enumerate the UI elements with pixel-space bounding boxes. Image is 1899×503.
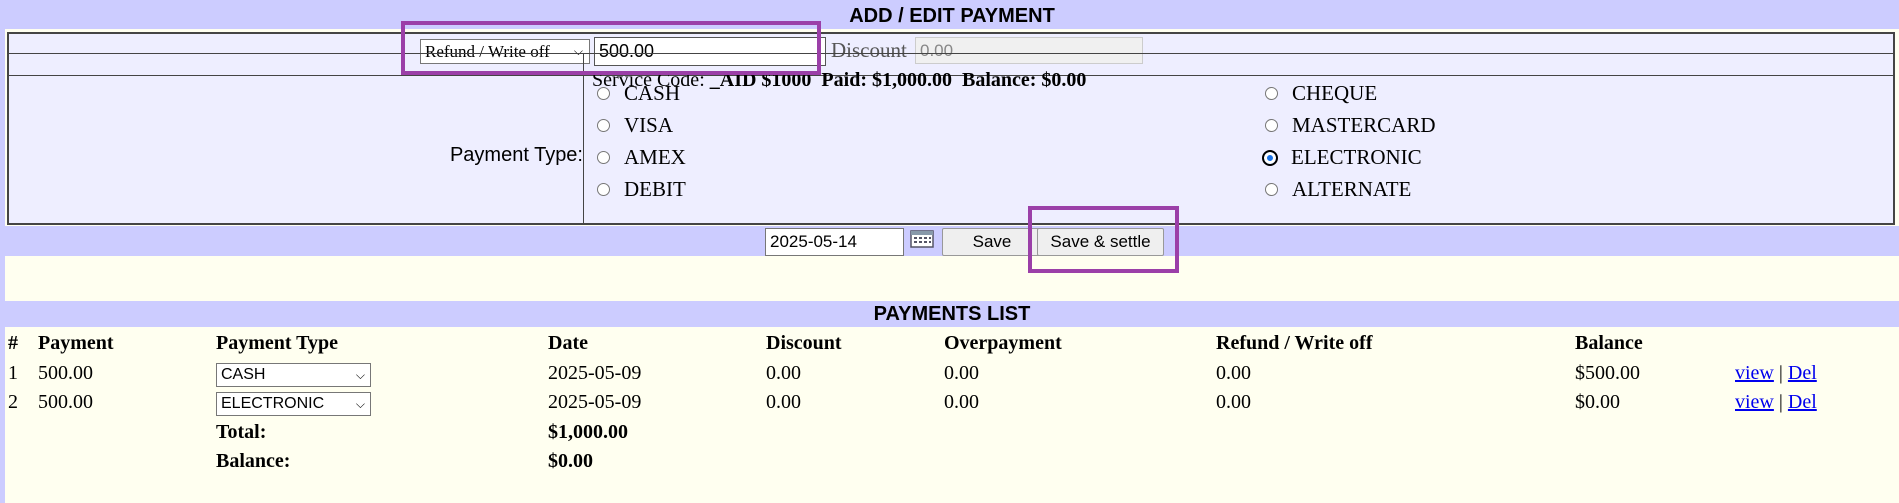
radio-icon[interactable] bbox=[1265, 87, 1278, 100]
chevron-down-icon: ⌵ bbox=[355, 397, 365, 411]
add-edit-title: ADD / EDIT PAYMENT bbox=[5, 3, 1899, 29]
amount-input[interactable] bbox=[594, 37, 826, 66]
date-input[interactable] bbox=[765, 228, 904, 256]
service-code-value: _AID $1000 bbox=[709, 69, 812, 91]
save-button[interactable]: Save bbox=[942, 228, 1042, 256]
row-date: 2025-05-09 bbox=[548, 362, 642, 384]
radio-icon[interactable] bbox=[597, 151, 610, 164]
payment-type-debit-label: DEBIT bbox=[624, 177, 686, 201]
payment-type-cheque[interactable]: CHEQUE bbox=[1265, 81, 1377, 106]
radio-icon[interactable] bbox=[1265, 183, 1278, 196]
radio-icon[interactable] bbox=[597, 183, 610, 196]
radio-icon[interactable] bbox=[1265, 119, 1278, 132]
row-payment: 500.00 bbox=[38, 362, 93, 384]
row-payment-type-value: ELECTRONIC bbox=[221, 395, 325, 412]
payment-type-electronic[interactable]: ELECTRONIC bbox=[1262, 145, 1422, 170]
chevron-down-icon: ⌵ bbox=[573, 44, 583, 58]
row-payment: 500.00 bbox=[38, 391, 93, 413]
total-label: Total: bbox=[216, 421, 267, 443]
row-date: 2025-05-09 bbox=[548, 391, 642, 413]
col-header-num: # bbox=[8, 332, 18, 354]
row-num: 1 bbox=[8, 362, 18, 384]
total-value: $1,000.00 bbox=[548, 421, 628, 443]
row-num: 2 bbox=[8, 391, 18, 413]
radio-icon[interactable] bbox=[597, 87, 610, 100]
row-refund: 0.00 bbox=[1216, 391, 1251, 413]
link-separator: | bbox=[1778, 362, 1783, 384]
row-actions: view | Del bbox=[1735, 391, 1817, 414]
delete-link[interactable]: Del bbox=[1788, 391, 1817, 413]
view-link[interactable]: view bbox=[1735, 391, 1774, 413]
col-header-refund: Refund / Write off bbox=[1216, 332, 1373, 354]
payment-type-mastercard[interactable]: MASTERCARD bbox=[1265, 113, 1436, 138]
row-payment-type-value: CASH bbox=[221, 366, 266, 383]
row-refund: 0.00 bbox=[1216, 362, 1251, 384]
payment-type-label: Payment Type: bbox=[449, 144, 583, 166]
col-header-date: Date bbox=[548, 332, 588, 354]
entry-type-select[interactable]: Refund / Write off ⌵ bbox=[420, 39, 590, 64]
row-actions: view | Del bbox=[1735, 362, 1817, 385]
row-payment-type-select[interactable]: CASH ⌵ bbox=[216, 363, 371, 387]
row-balance: $500.00 bbox=[1575, 362, 1640, 384]
radio-selected-icon[interactable] bbox=[1262, 149, 1278, 166]
calendar-icon[interactable] bbox=[910, 230, 934, 248]
row-balance: $0.00 bbox=[1575, 391, 1620, 413]
col-header-overpayment: Overpayment bbox=[944, 332, 1062, 354]
row-discount: 0.00 bbox=[766, 362, 801, 384]
row-overpayment: 0.00 bbox=[944, 391, 979, 413]
discount-input[interactable] bbox=[915, 37, 1143, 64]
link-separator: | bbox=[1778, 391, 1783, 413]
row-overpayment: 0.00 bbox=[944, 362, 979, 384]
col-header-discount: Discount bbox=[766, 332, 842, 354]
col-header-balance: Balance bbox=[1575, 332, 1643, 354]
payment-type-electronic-label: ELECTRONIC bbox=[1291, 145, 1422, 169]
radio-icon[interactable] bbox=[597, 119, 610, 132]
delete-link[interactable]: Del bbox=[1788, 362, 1817, 384]
payment-type-mastercard-label: MASTERCARD bbox=[1292, 113, 1436, 137]
col-header-payment-type: Payment Type bbox=[216, 332, 339, 354]
save-settle-button[interactable]: Save & settle bbox=[1037, 228, 1164, 256]
payment-type-alternate[interactable]: ALTERNATE bbox=[1265, 177, 1411, 202]
payments-list-title: PAYMENTS LIST bbox=[5, 301, 1899, 327]
discount-label: Discount bbox=[831, 38, 907, 62]
payment-type-alternate-label: ALTERNATE bbox=[1292, 177, 1412, 201]
entry-type-value: Refund / Write off bbox=[425, 42, 550, 61]
payment-type-visa[interactable]: VISA bbox=[597, 113, 673, 138]
payment-type-cash[interactable]: CASH bbox=[597, 81, 680, 106]
payment-type-amex-label: AMEX bbox=[624, 145, 686, 169]
payment-type-cheque-label: CHEQUE bbox=[1292, 81, 1378, 105]
payment-type-visa-label: VISA bbox=[624, 113, 674, 137]
paid-value: $1,000.00 bbox=[871, 69, 952, 91]
balance-value: $0.00 bbox=[1041, 69, 1087, 91]
row-discount: 0.00 bbox=[766, 391, 801, 413]
chevron-down-icon: ⌵ bbox=[355, 368, 365, 382]
balance-label: Balance: bbox=[961, 69, 1037, 91]
list-balance-value: $0.00 bbox=[548, 450, 593, 472]
list-balance-label: Balance: bbox=[216, 450, 291, 472]
payment-type-amex[interactable]: AMEX bbox=[597, 145, 686, 170]
paid-label: Paid: bbox=[821, 69, 867, 91]
payment-type-debit[interactable]: DEBIT bbox=[597, 177, 686, 202]
col-header-payment: Payment bbox=[38, 332, 114, 354]
row-payment-type-select[interactable]: ELECTRONIC ⌵ bbox=[216, 392, 371, 416]
view-link[interactable]: view bbox=[1735, 362, 1774, 384]
payment-type-cash-label: CASH bbox=[624, 81, 681, 105]
payment-form: Refund / Write off ⌵ Discount Service Co… bbox=[7, 32, 1895, 225]
